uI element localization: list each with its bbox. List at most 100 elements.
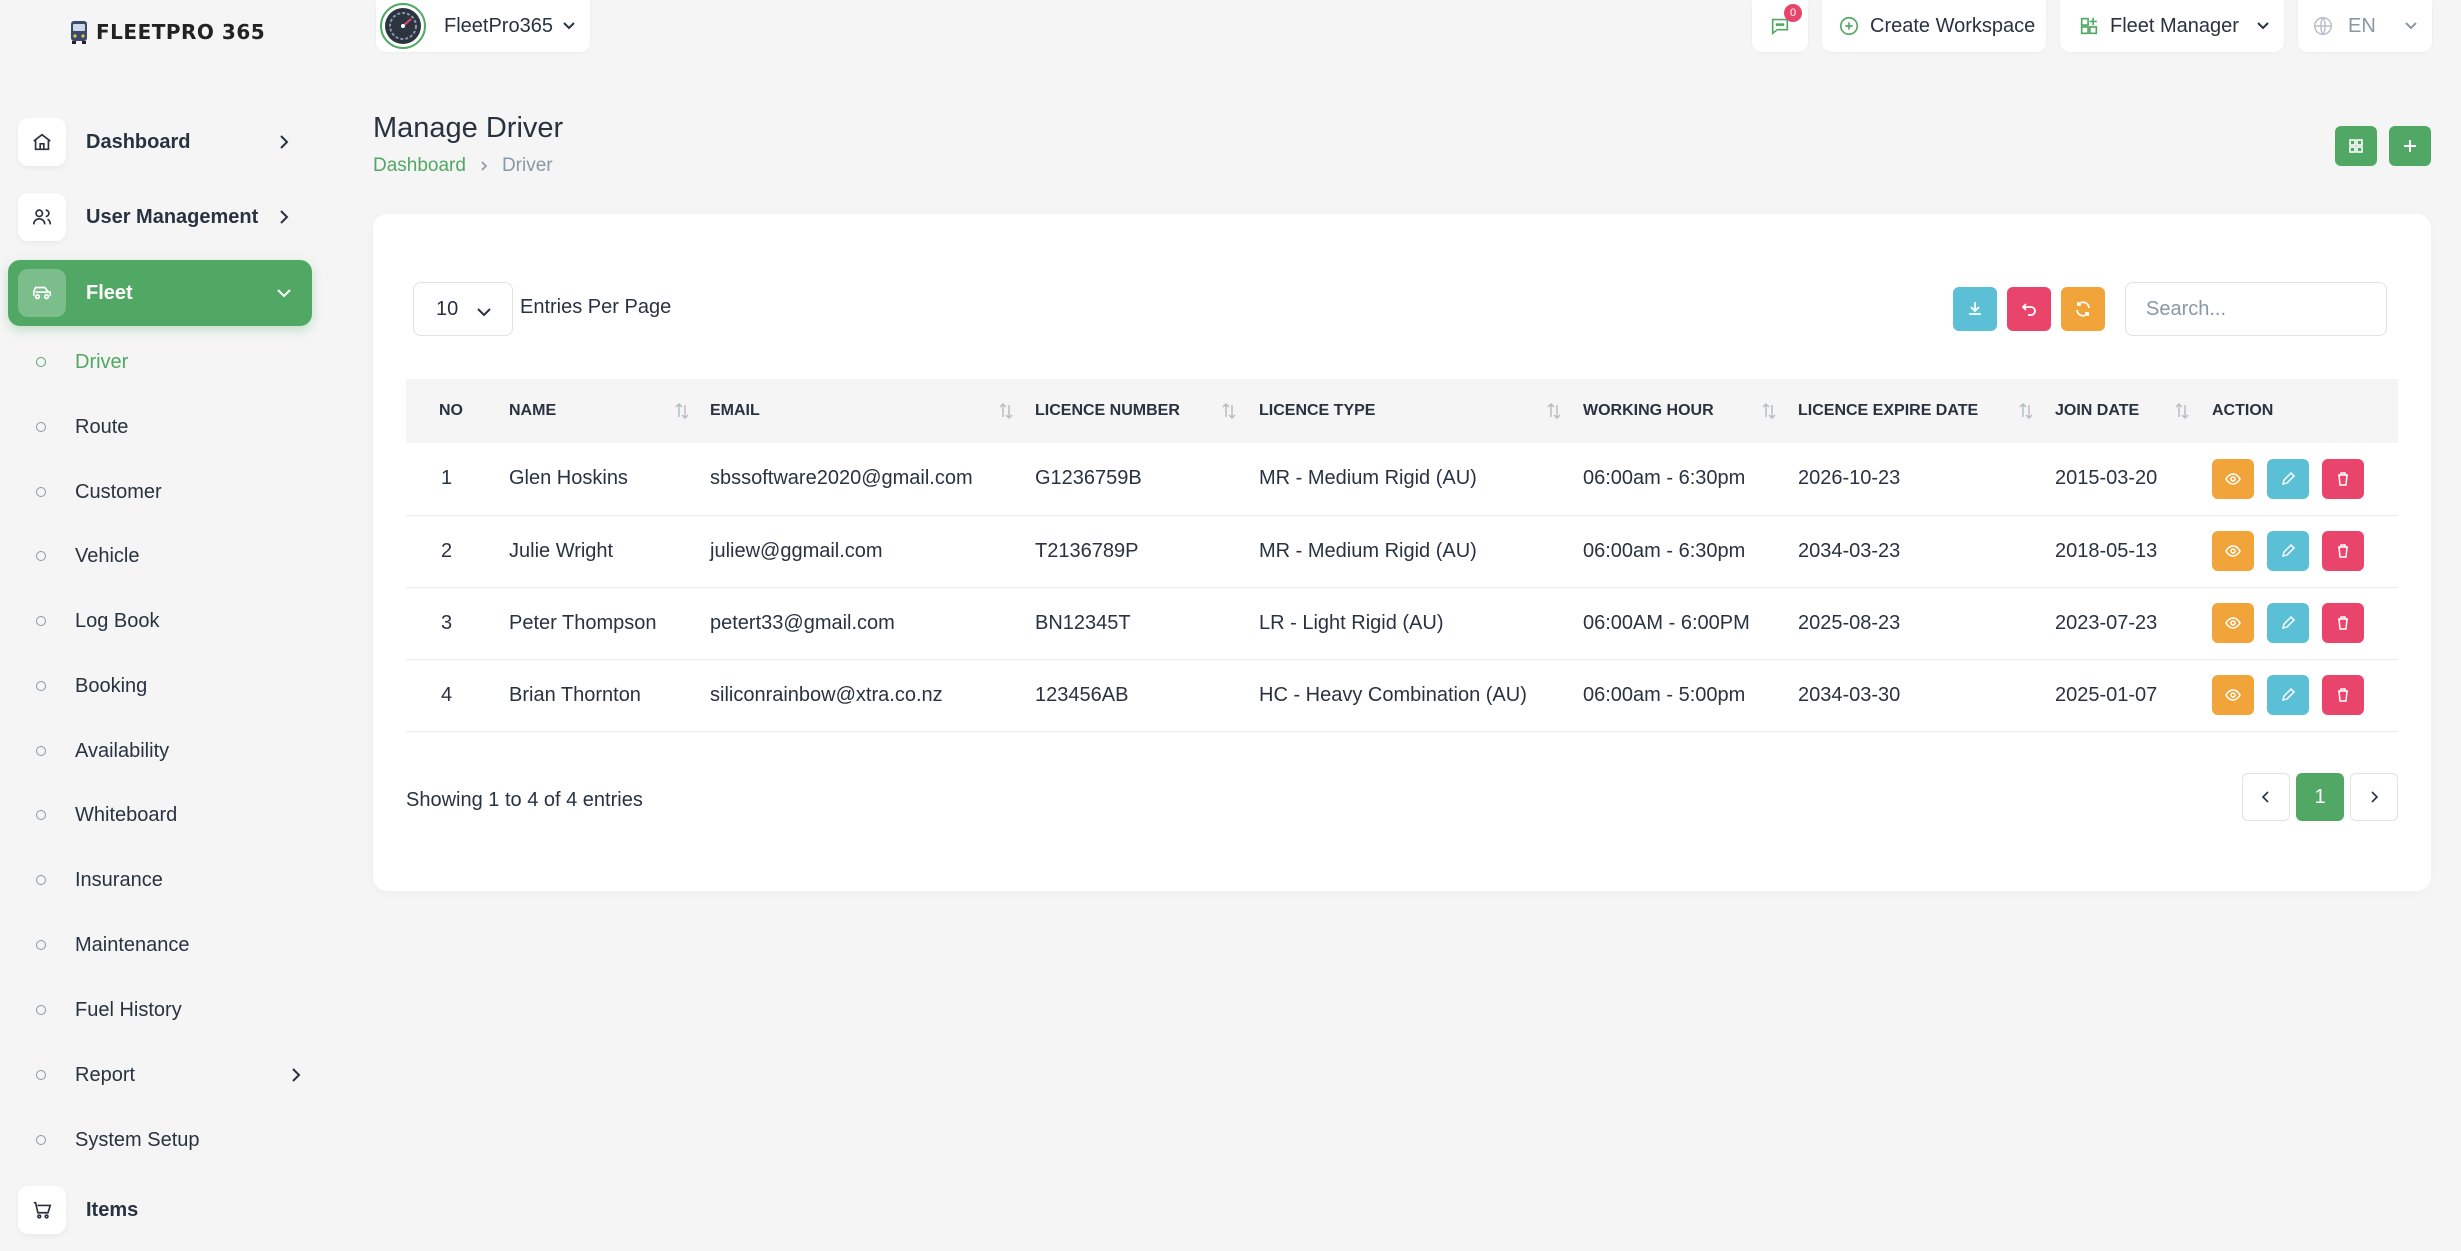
view-button[interactable] [2212,458,2254,499]
edit-button[interactable] [2267,675,2309,715]
export-button[interactable] [1953,287,1997,331]
cell-actions [2212,515,2398,587]
sidebar-item-vehicle[interactable]: Vehicle [36,536,306,576]
delete-button[interactable] [2322,603,2364,643]
sidebar-item-fuel-history[interactable]: Fuel History [36,990,306,1030]
role-switcher[interactable]: Fleet Manager [2060,0,2284,52]
table-header-row: NO NAME EMAIL LICENCE NUMBER LICENCE TYP… [406,379,2398,443]
grid-view-button[interactable] [2335,126,2377,166]
breadcrumb: Dashboard Driver [373,155,553,177]
search-input[interactable] [2125,282,2387,336]
cell-working-hour: 06:00am - 6:30pm [1583,467,1746,490]
cell-licence-expire-date: 2034-03-30 [1798,683,1901,706]
table-row: 2 Julie Wright juliew@ggmail.com T213678… [406,515,2398,587]
sidebar-item-dashboard[interactable]: Dashboard [8,109,312,175]
sidebar-item-label: Log Book [75,609,160,632]
cell-join-date: 2023-07-23 [2055,611,2158,634]
view-button[interactable] [2212,675,2254,715]
table-row: 3 Peter Thompson petert33@gmail.com BN12… [406,587,2398,659]
language-switcher[interactable]: EN [2298,0,2432,52]
pagination-page-button[interactable]: 1 [2296,773,2344,821]
breadcrumb-dashboard-link[interactable]: Dashboard [373,155,466,177]
cell-actions [2212,443,2398,515]
sort-icon [675,402,689,420]
cell-email: sbssoftware2020@gmail.com [710,467,973,490]
sidebar-item-booking[interactable]: Booking [36,666,306,706]
column-header-working-hour[interactable]: WORKING HOUR [1583,379,1798,443]
sidebar-item-label: Customer [75,480,162,503]
column-header-licence-expire-date[interactable]: LICENCE EXPIRE DATE [1798,379,2055,443]
driver-table: NO NAME EMAIL LICENCE NUMBER LICENCE TYP… [406,379,2398,732]
column-header-join-date[interactable]: JOIN DATE [2055,379,2212,443]
sidebar-item-insurance[interactable]: Insurance [36,860,306,900]
column-header-email[interactable]: EMAIL [710,379,1035,443]
column-header-licence-type[interactable]: LICENCE TYPE [1259,379,1583,443]
cell-licence-type: MR - Medium Rigid (AU) [1259,539,1477,562]
pencil-icon [2281,471,2296,485]
delete-button[interactable] [2322,531,2364,571]
column-header-licence-number[interactable]: LICENCE NUMBER [1035,379,1259,443]
table-row: 1 Glen Hoskins sbssoftware2020@gmail.com… [406,443,2398,515]
refresh-icon [2076,301,2090,317]
sidebar-item-driver[interactable]: Driver [36,342,306,382]
eye-icon [2225,689,2241,701]
create-workspace-button[interactable]: Create Workspace [1822,0,2046,52]
bullet-icon [36,1005,46,1015]
chevron-down-icon [2256,21,2270,31]
sidebar-item-maintenance[interactable]: Maintenance [36,925,306,965]
pagination-next-button[interactable] [2350,773,2398,821]
sidebar-item-label: Items [86,1198,139,1221]
bullet-icon [36,357,46,367]
home-icon-box [18,118,66,166]
cell-email: siliconrainbow@xtra.co.nz [710,683,943,706]
refresh-button[interactable] [2061,287,2105,331]
sidebar-item-label: Fleet [86,281,133,304]
view-button[interactable] [2212,531,2254,571]
sidebar-item-availability[interactable]: Availability [36,731,306,771]
workspace-switcher[interactable]: FleetPro365 [376,0,590,52]
pagination-prev-button[interactable] [2242,773,2290,821]
sidebar-item-route[interactable]: Route [36,407,306,447]
cell-name: Julie Wright [509,539,614,562]
sidebar: FLEETPRO 365 Dashboard User Management F… [0,0,320,1251]
cell-no: 1 [441,467,453,490]
column-header-no[interactable]: NO [406,379,509,443]
sidebar-item-fleet[interactable]: Fleet [8,260,312,326]
sidebar-item-label: Report [75,1063,136,1086]
download-icon [1969,302,1981,315]
cell-join-date: 2025-01-07 [2055,683,2158,706]
cell-name: Glen Hoskins [509,467,628,490]
view-button[interactable] [2212,603,2254,643]
sidebar-item-label: Booking [75,674,148,697]
sidebar-item-report[interactable]: Report [36,1055,306,1095]
column-header-name[interactable]: NAME [509,379,710,443]
sidebar-item-label: Vehicle [75,544,140,567]
bullet-icon [36,1135,46,1145]
cell-email: juliew@ggmail.com [710,539,883,562]
brand-logo[interactable]: FLEETPRO 365 [68,16,265,48]
edit-button[interactable] [2267,531,2309,571]
cell-licence-number: 123456AB [1035,683,1129,706]
sidebar-item-whiteboard[interactable]: Whiteboard [36,795,306,835]
entries-per-page-select[interactable]: 10 [413,282,513,336]
cell-actions [2212,659,2398,731]
chevron-right-icon [2371,791,2379,803]
sidebar-item-user-management[interactable]: User Management [8,184,312,250]
edit-button[interactable] [2267,458,2309,499]
delete-button[interactable] [2322,675,2364,715]
sidebar-item-system-setup[interactable]: System Setup [36,1120,306,1160]
users-icon-box [18,193,66,241]
cell-working-hour: 06:00am - 5:00pm [1583,683,1746,706]
sidebar-item-items[interactable]: Items [8,1177,312,1243]
undo-button[interactable] [2007,287,2051,331]
sort-icon [1222,402,1236,420]
cell-email: petert33@gmail.com [710,611,895,634]
add-driver-button[interactable] [2389,126,2431,166]
delete-button[interactable] [2322,458,2364,499]
messages-button[interactable]: 0 [1752,0,1808,52]
sidebar-item-log-book[interactable]: Log Book [36,601,306,641]
cell-name: Peter Thompson [509,611,657,634]
sidebar-item-customer[interactable]: Customer [36,472,306,512]
edit-button[interactable] [2267,603,2309,643]
entries-per-page-label: Entries Per Page [520,296,672,318]
